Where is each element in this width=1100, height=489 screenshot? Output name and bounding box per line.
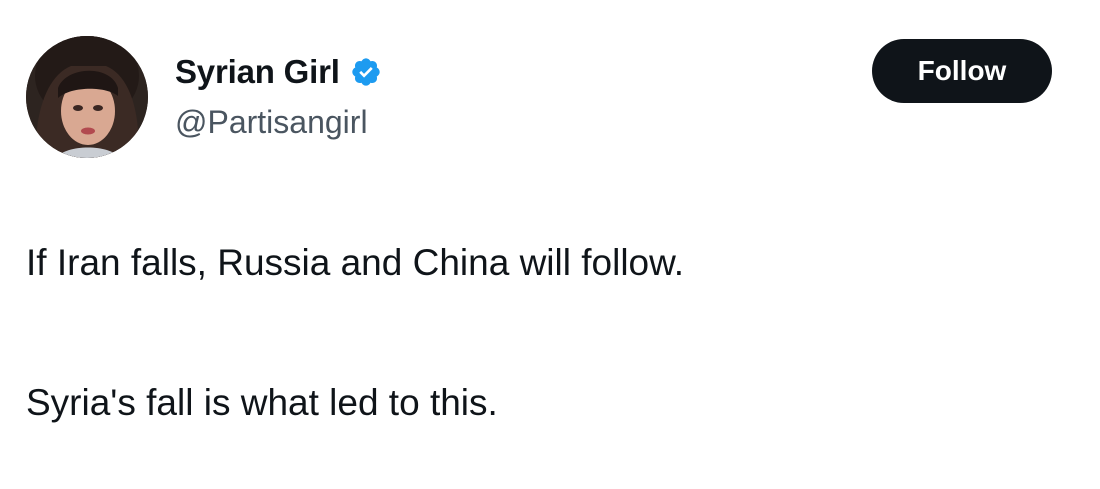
user-handle[interactable]: @Partisangirl [175,100,368,144]
tweet-text-paragraph-2: Syria's fall is what led to this. [26,382,498,423]
avatar-image [26,36,148,158]
tweet-text-paragraph-1: If Iran falls, Russia and China will fol… [26,242,685,283]
follow-button[interactable]: Follow [872,39,1052,103]
author-name-row: Syrian Girl [175,50,382,94]
tweet-card: Syrian Girl @Partisangirl Follow If Iran… [0,0,1100,489]
verified-badge-icon [350,56,382,88]
display-name[interactable]: Syrian Girl [175,50,340,94]
avatar[interactable] [26,36,148,158]
